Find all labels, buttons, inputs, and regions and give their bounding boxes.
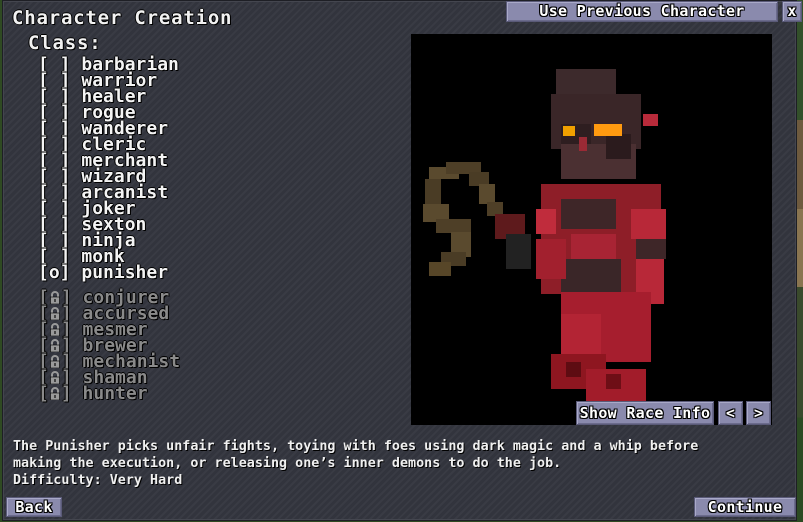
use-previous-character-button[interactable]: Use Previous Character — [506, 1, 778, 22]
lock-icon — [50, 291, 60, 304]
class-list: [ ] barbarian [ ] warrior [ ] healer [ ]… — [38, 56, 179, 283]
class-name: hunter — [82, 383, 148, 404]
previous-race-button[interactable]: < — [718, 401, 743, 425]
continue-button[interactable]: Continue — [694, 497, 796, 517]
difficulty-text: Difficulty: Very Hard — [13, 473, 183, 488]
locked-class-list: [] conjurer [] accursed [] mesmer [] bre… — [38, 289, 180, 404]
class-name: punisher — [81, 262, 169, 283]
close-button[interactable]: x — [782, 1, 802, 22]
back-button[interactable]: Back — [6, 497, 62, 517]
legs — [551, 292, 651, 404]
lock-icon — [50, 323, 60, 336]
character-model — [423, 69, 666, 404]
whip — [423, 162, 503, 276]
lock-icon — [50, 339, 60, 352]
class-option-punisher[interactable]: [o] punisher — [38, 262, 179, 283]
radio-box-selected: [o] — [38, 262, 71, 283]
class-description: The Punisher picks unfair fights, toying… — [13, 438, 793, 489]
show-race-info-button[interactable]: Show Race Info — [576, 401, 714, 425]
lock-icon — [50, 387, 60, 400]
chevron-right-icon: > — [753, 404, 764, 422]
locked-class-hunter: [] hunter — [38, 383, 148, 404]
next-race-button[interactable]: > — [746, 401, 771, 425]
head — [551, 69, 658, 179]
window-title: Character Creation — [12, 7, 233, 29]
lock-icon — [50, 355, 60, 368]
lock-icon — [50, 307, 60, 320]
description-line-2: making the execution, or releasing one’s… — [13, 456, 562, 471]
character-preview[interactable] — [411, 34, 772, 425]
chevron-left-icon: < — [725, 404, 736, 422]
description-line-1: The Punisher picks unfair fights, toying… — [13, 439, 699, 454]
close-icon: x — [787, 2, 797, 20]
character-creation-dialog: Character Creation Use Previous Characte… — [2, 0, 802, 521]
torso — [536, 184, 666, 304]
class-label: Class: — [28, 32, 102, 54]
lock-icon — [50, 371, 60, 384]
